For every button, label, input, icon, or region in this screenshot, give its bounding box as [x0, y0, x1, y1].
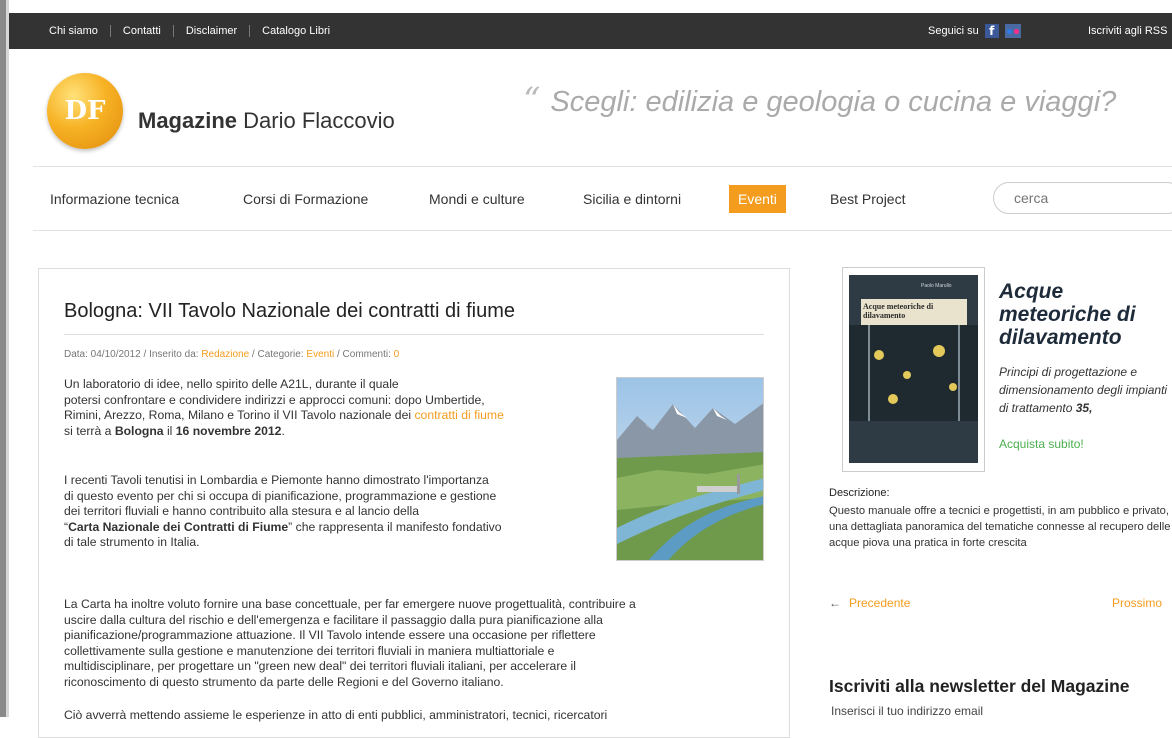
book-price: 35,	[1075, 401, 1093, 415]
river-illustration	[617, 378, 763, 560]
logo-text: DF	[64, 96, 106, 126]
rss-link[interactable]: Iscriviti agli RSS	[1088, 13, 1167, 49]
book-cover-author: Paolo Marullo	[921, 283, 952, 289]
social-links: Seguici su f	[928, 13, 1021, 49]
p2-line: di questo evento per chi si occupa di pi…	[64, 488, 497, 503]
meta-author-link[interactable]: Redazione	[201, 349, 249, 360]
p3-line: multidisciplinare, per progettare un "gr…	[64, 659, 576, 673]
p1-text: si terrà a	[64, 423, 112, 438]
p3-line: pianificazione/programmazione attuazione…	[64, 628, 596, 642]
top-nav: Chi siamo Contatti Disclaimer Catalogo L…	[37, 13, 342, 49]
article-paragraph-1: Un laboratorio di idee, nello spirito de…	[64, 377, 609, 439]
quote-icon: “	[523, 80, 541, 120]
p2-line: dei territori fluviali e hanno contribui…	[64, 504, 419, 518]
site-logo[interactable]: DF	[47, 73, 123, 149]
description-text: Questo manuale offre a tecnici e progett…	[829, 505, 1171, 549]
flickr-icon[interactable]	[1004, 24, 1021, 38]
buy-now-link[interactable]: Acquista subito!	[999, 437, 1084, 451]
description-label: Descrizione:	[829, 487, 890, 499]
previous-link[interactable]: ← Precedente	[829, 596, 910, 610]
book-description: Principi di progettazione e dimensioname…	[999, 363, 1172, 417]
nav-divider-top	[33, 166, 1172, 167]
meta-category-link[interactable]: Eventi	[306, 349, 334, 360]
previous-label: Precedente	[849, 596, 911, 610]
meta-comments-link[interactable]: 0	[394, 349, 400, 360]
p2-bold: Carta Nazionale dei Contratti di Fiume	[68, 519, 289, 534]
article-meta: Data: 04/10/2012 / Inserito da: Redazion…	[64, 349, 399, 360]
p1-text: Rimini, Arezzo, Roma, Milano e Torino il…	[64, 408, 412, 422]
p2-line: di tale strumento in Italia.	[64, 535, 200, 549]
p2-line: I recenti Tavoli tenutisi in Lombardia e…	[64, 473, 489, 487]
p3-line: riconoscimento di questo strumento da pa…	[64, 674, 504, 689]
nav-item-eventi[interactable]: Eventi	[729, 185, 786, 213]
book-cover[interactable]: Acque meteoriche di dilavamento Paolo Ma…	[849, 275, 978, 463]
contratti-di-fiume-link[interactable]: contratti di fiume	[414, 408, 503, 422]
nav-item-sicilia-e-dintorni[interactable]: Sicilia e dintorni	[583, 185, 681, 213]
p1-bold: 16 novembre 2012	[175, 423, 282, 438]
p1-line: si terrà a Bologna il 16 novembre 2012.	[64, 424, 609, 440]
p1-line: Un laboratorio di idee, nello spirito de…	[64, 377, 399, 391]
site-title[interactable]: Magazine Dario Flaccovio	[138, 108, 395, 134]
nav-item-corsi-di-formazione[interactable]: Corsi di Formazione	[243, 185, 368, 213]
nav-item-best-project[interactable]: Best Project	[830, 185, 905, 213]
article-paragraph-2: I recenti Tavoli tenutisi in Lombardia e…	[64, 473, 609, 551]
nav-divider-bottom	[33, 230, 1172, 231]
tagline-text: Scegli: edilizia e geologia o cucina e v…	[550, 86, 1117, 118]
p1-line: Rimini, Arezzo, Roma, Milano e Torino il…	[64, 408, 609, 424]
meta-date: Data: 04/10/2012 / Inserito da:	[64, 349, 199, 360]
article-title-rule	[64, 334, 764, 335]
article-paragraph-3: La Carta ha inoltre voluto fornire una b…	[64, 597, 779, 690]
newsletter-title: Iscriviti alla newsletter del Magazine	[829, 676, 1130, 696]
p1-text: il	[166, 423, 173, 438]
article-image-river[interactable]	[616, 377, 764, 561]
newsletter-subtitle: Inserisci il tuo indirizzo email	[831, 704, 984, 718]
facebook-icon[interactable]: f	[984, 24, 999, 38]
p3-line: uscire dalla cultura del rischio e dell'…	[64, 612, 603, 627]
window-left-edge	[0, 0, 9, 717]
top-link-disclaimer[interactable]: Disclaimer	[174, 25, 251, 37]
top-link-chi-siamo[interactable]: Chi siamo	[37, 25, 111, 37]
book-cover-title: Acque meteoriche di dilavamento	[863, 302, 934, 320]
p4-line: Ciò avverrà mettendo assieme le esperien…	[64, 708, 608, 722]
next-link[interactable]: Prossimo	[1112, 596, 1162, 610]
p1-line: potersi confrontare e condividere indiri…	[64, 392, 485, 407]
top-bar: Chi siamo Contatti Disclaimer Catalogo L…	[9, 13, 1172, 49]
search-input[interactable]	[993, 182, 1172, 214]
p2-text: ” che rappresenta il manifesto fondativo	[288, 519, 502, 534]
meta-category-label: / Categorie:	[251, 349, 304, 360]
follow-label: Seguici su	[928, 25, 979, 37]
meta-comments-label: / Commenti:	[336, 349, 391, 360]
p2-line: “Carta Nazionale dei Contratti di Fiume”…	[64, 520, 609, 536]
site-title-bold: Magazine	[138, 108, 238, 133]
nav-item-informazione-tecnica[interactable]: Informazione tecnica	[50, 185, 179, 213]
article-paragraph-4: Ciò avverrà mettendo assieme le esperien…	[64, 708, 779, 724]
top-link-catalogo-libri[interactable]: Catalogo Libri	[250, 25, 342, 37]
top-link-contatti[interactable]: Contatti	[111, 25, 174, 37]
p3-line: La Carta ha inoltre voluto fornire una b…	[64, 597, 636, 611]
tagline: “ Scegli: edilizia e geologia o cucina e …	[523, 80, 1116, 120]
article-title[interactable]: Bologna: VII Tavolo Nazionale dei contra…	[64, 300, 515, 323]
arrow-left-icon: ←	[829, 596, 841, 610]
p1-bold: Bologna	[114, 423, 164, 438]
site-title-rest: Dario Flaccovio	[243, 108, 395, 133]
p1-text: .	[281, 423, 285, 438]
book-title[interactable]: Acque meteoriche di dilavamento	[999, 280, 1169, 349]
p3-line: collettivamente sulla gestione e manuten…	[64, 643, 555, 658]
nav-item-mondi-e-culture[interactable]: Mondi e culture	[429, 185, 525, 213]
